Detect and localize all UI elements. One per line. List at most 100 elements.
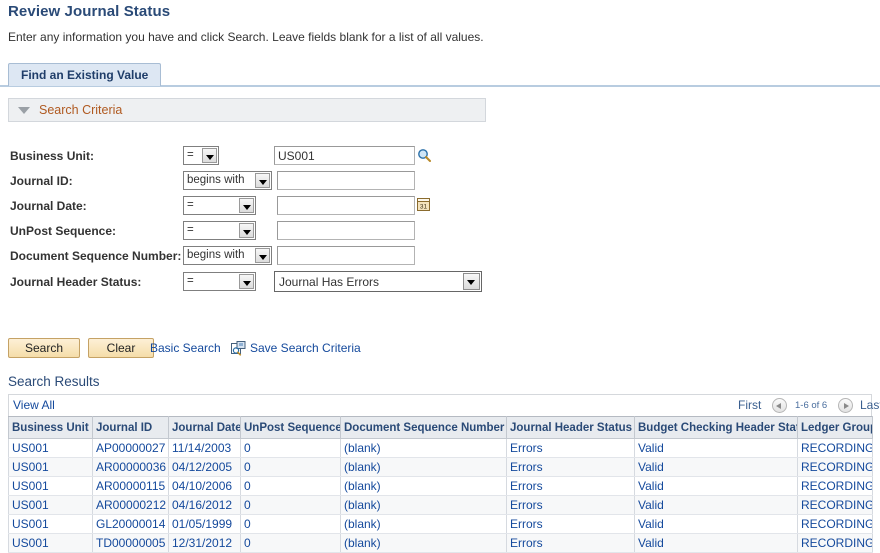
input-journal-date[interactable] bbox=[277, 196, 415, 215]
cell-journal-id[interactable]: AR00000036 bbox=[92, 457, 169, 477]
operator-select-journal-date[interactable]: = bbox=[183, 196, 256, 215]
clear-button[interactable]: Clear bbox=[88, 338, 154, 358]
cell-budget-checking-header-status[interactable]: Valid bbox=[634, 457, 798, 477]
input-business-unit[interactable] bbox=[274, 146, 415, 165]
cell-business-unit[interactable]: US001 bbox=[8, 514, 93, 534]
column-header-journal-header-status[interactable]: Journal Header Status bbox=[506, 416, 635, 439]
cell-document-sequence-number[interactable]: (blank) bbox=[340, 533, 507, 553]
cell-unpost-sequence[interactable]: 0 bbox=[240, 533, 341, 553]
column-header-budget-checking-header-status[interactable]: Budget Checking Header Status bbox=[634, 416, 798, 439]
cell-unpost-sequence[interactable]: 0 bbox=[240, 457, 341, 477]
cell-ledger-group[interactable]: RECORDING bbox=[797, 438, 873, 458]
cell-business-unit[interactable]: US001 bbox=[8, 457, 93, 477]
column-header-document-sequence-number[interactable]: Document Sequence Number bbox=[340, 416, 507, 439]
cell-ledger-group[interactable]: RECORDING bbox=[797, 514, 873, 534]
column-header-ledger-group[interactable]: Ledger Group bbox=[797, 416, 873, 439]
table-row[interactable]: US001 AR00000036 04/12/2005 0 (blank) Er… bbox=[8, 457, 873, 477]
operator-select-journal-id[interactable]: begins with bbox=[183, 171, 272, 190]
cell-budget-checking-header-status[interactable]: Valid bbox=[634, 438, 798, 458]
cell-document-sequence-number[interactable]: (blank) bbox=[340, 457, 507, 477]
basic-search-link[interactable]: Basic Search bbox=[150, 341, 221, 355]
cell-journal-header-status[interactable]: Errors bbox=[506, 438, 635, 458]
chevron-down-icon[interactable] bbox=[239, 223, 254, 238]
cell-journal-date[interactable]: 04/12/2005 bbox=[168, 457, 241, 477]
save-search-icon[interactable] bbox=[231, 341, 246, 356]
cell-document-sequence-number[interactable]: (blank) bbox=[340, 476, 507, 496]
cell-journal-id[interactable]: GL20000014 bbox=[92, 514, 169, 534]
cell-business-unit[interactable]: US001 bbox=[8, 476, 93, 496]
input-unpost-sequence[interactable] bbox=[277, 221, 415, 240]
search-button[interactable]: Search bbox=[8, 338, 80, 358]
tab-find-an-existing-value[interactable]: Find an Existing Value bbox=[8, 63, 162, 86]
chevron-down-icon[interactable] bbox=[463, 273, 480, 290]
first-page-link[interactable]: First bbox=[738, 398, 761, 412]
chevron-down-icon[interactable] bbox=[255, 173, 270, 188]
cell-journal-date[interactable]: 12/31/2012 bbox=[168, 533, 241, 553]
search-criteria-section-header[interactable]: Search Criteria bbox=[8, 98, 486, 122]
cell-journal-header-status[interactable]: Errors bbox=[506, 476, 635, 496]
cell-unpost-sequence[interactable]: 0 bbox=[240, 514, 341, 534]
cell-document-sequence-number[interactable]: (blank) bbox=[340, 495, 507, 515]
table-row[interactable]: US001 GL20000014 01/05/1999 0 (blank) Er… bbox=[8, 514, 873, 534]
cell-journal-header-status[interactable]: Errors bbox=[506, 533, 635, 553]
table-row[interactable]: US001 AR00000212 04/16/2012 0 (blank) Er… bbox=[8, 495, 873, 515]
column-header-journal-date[interactable]: Journal Date bbox=[168, 416, 241, 439]
cell-unpost-sequence[interactable]: 0 bbox=[240, 438, 341, 458]
cell-budget-checking-header-status[interactable]: Valid bbox=[634, 495, 798, 515]
operator-select-unpost-sequence[interactable]: = bbox=[183, 221, 256, 240]
last-page-link[interactable]: Last bbox=[860, 398, 880, 412]
view-all-link[interactable]: View All bbox=[13, 398, 55, 412]
cell-journal-id[interactable]: AR00000212 bbox=[92, 495, 169, 515]
lookup-magnifier-icon[interactable] bbox=[417, 148, 431, 162]
operator-select-document-sequence-number[interactable]: begins with bbox=[183, 246, 272, 265]
cell-journal-header-status[interactable]: Errors bbox=[506, 457, 635, 477]
triangle-down-icon[interactable] bbox=[18, 107, 30, 114]
cell-journal-header-status[interactable]: Errors bbox=[506, 514, 635, 534]
cell-journal-header-status[interactable]: Errors bbox=[506, 495, 635, 515]
chevron-down-icon[interactable] bbox=[239, 274, 254, 289]
cell-journal-date[interactable]: 01/05/1999 bbox=[168, 514, 241, 534]
page-title: Review Journal Status bbox=[8, 3, 171, 20]
cell-budget-checking-header-status[interactable]: Valid bbox=[634, 533, 798, 553]
input-journal-id[interactable] bbox=[277, 171, 415, 190]
cell-budget-checking-header-status[interactable]: Valid bbox=[634, 514, 798, 534]
column-header-journal-id[interactable]: Journal ID bbox=[92, 416, 169, 439]
save-search-criteria-link[interactable]: Save Search Criteria bbox=[250, 341, 361, 355]
cell-business-unit[interactable]: US001 bbox=[8, 533, 93, 553]
search-criteria-label: Search Criteria bbox=[39, 103, 123, 117]
dropdown-value-journal-header-status: Journal Has Errors bbox=[279, 275, 380, 289]
column-header-business-unit[interactable]: Business Unit bbox=[8, 416, 93, 439]
dropdown-journal-header-status[interactable]: Journal Has Errors bbox=[274, 271, 482, 292]
cell-journal-id[interactable]: TD00000005 bbox=[92, 533, 169, 553]
cell-business-unit[interactable]: US001 bbox=[8, 438, 93, 458]
chevron-left-icon[interactable] bbox=[772, 398, 787, 413]
table-row[interactable]: US001 TD00000005 12/31/2012 0 (blank) Er… bbox=[8, 533, 873, 553]
cell-ledger-group[interactable]: RECORDING bbox=[797, 457, 873, 477]
cell-journal-id[interactable]: AP00000027 bbox=[92, 438, 169, 458]
operator-select-journal-header-status[interactable]: = bbox=[183, 272, 256, 291]
chevron-down-icon[interactable] bbox=[202, 148, 217, 163]
table-body: US001 AP00000027 11/14/2003 0 (blank) Er… bbox=[8, 438, 873, 553]
column-header-unpost-sequence[interactable]: UnPost Sequence bbox=[240, 416, 341, 439]
cell-ledger-group[interactable]: RECORDING bbox=[797, 476, 873, 496]
cell-ledger-group[interactable]: RECORDING bbox=[797, 533, 873, 553]
operator-select-business-unit[interactable]: = bbox=[183, 146, 219, 165]
table-row[interactable]: US001 AP00000027 11/14/2003 0 (blank) Er… bbox=[8, 438, 873, 458]
cell-journal-date[interactable]: 11/14/2003 bbox=[168, 438, 241, 458]
cell-document-sequence-number[interactable]: (blank) bbox=[340, 514, 507, 534]
cell-business-unit[interactable]: US001 bbox=[8, 495, 93, 515]
cell-journal-date[interactable]: 04/10/2006 bbox=[168, 476, 241, 496]
cell-budget-checking-header-status[interactable]: Valid bbox=[634, 476, 798, 496]
chevron-down-icon[interactable] bbox=[239, 198, 254, 213]
cell-ledger-group[interactable]: RECORDING bbox=[797, 495, 873, 515]
cell-journal-date[interactable]: 04/16/2012 bbox=[168, 495, 241, 515]
table-row[interactable]: US001 AR00000115 04/10/2006 0 (blank) Er… bbox=[8, 476, 873, 496]
chevron-down-icon[interactable] bbox=[255, 248, 270, 263]
calendar-icon[interactable]: 31 bbox=[417, 197, 431, 212]
cell-journal-id[interactable]: AR00000115 bbox=[92, 476, 169, 496]
cell-unpost-sequence[interactable]: 0 bbox=[240, 495, 341, 515]
cell-unpost-sequence[interactable]: 0 bbox=[240, 476, 341, 496]
cell-document-sequence-number[interactable]: (blank) bbox=[340, 438, 507, 458]
input-document-sequence-number[interactable] bbox=[277, 246, 415, 265]
chevron-right-icon[interactable] bbox=[838, 398, 853, 413]
